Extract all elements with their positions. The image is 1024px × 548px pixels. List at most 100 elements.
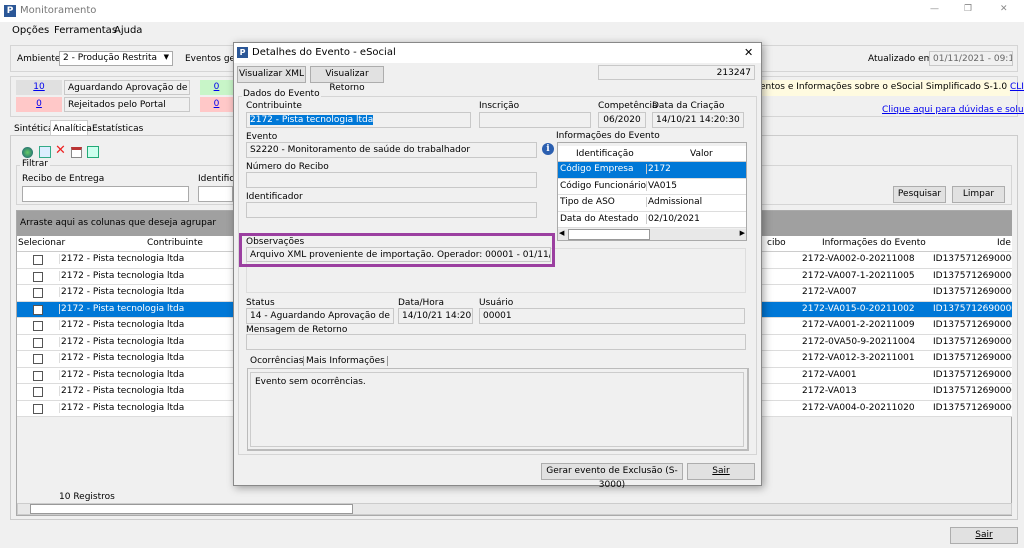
cell-id: ID137571269000000 (933, 287, 1012, 297)
header-selecionar[interactable]: Selecionar (18, 238, 65, 248)
mensagem-retorno-field[interactable] (246, 334, 746, 350)
clique-aqui-link[interactable]: CLIQUE AQUI (1010, 82, 1024, 92)
info-row[interactable]: Data do Atestado 02/10/2021 (558, 211, 746, 228)
visualizar-xml-button[interactable]: Visualizar XML (237, 66, 306, 83)
dialog-title-bar: P Detalhes do Evento - eSocial ✕ (234, 43, 761, 63)
datahora-field[interactable]: 14/10/21 14:20:30 (398, 308, 473, 324)
criacao-label: Data da Criação (652, 101, 725, 111)
info-icon[interactable]: i (542, 143, 554, 155)
limpar-button[interactable]: Limpar (952, 186, 1005, 203)
status-count-4[interactable]: 0 (200, 97, 233, 112)
info-key: Código Funcionário (560, 180, 647, 191)
status-field[interactable]: 14 - Aguardando Aprovação de Envio (246, 308, 394, 324)
header-informacoes[interactable]: Informações do Evento (822, 238, 926, 248)
info-header-identificacao[interactable]: Identificação (576, 149, 634, 159)
row-checkbox[interactable] (33, 387, 43, 397)
cell-contribuinte: 2172 - Pista tecnologia ltda (59, 336, 185, 347)
tab-ocorrencias[interactable]: Ocorrências (250, 356, 303, 366)
identificador-field[interactable] (246, 202, 537, 218)
header-id[interactable]: Ide (997, 238, 1011, 248)
row-checkbox[interactable] (33, 403, 43, 414)
app-logo-icon: P (4, 5, 16, 17)
competencia-field[interactable]: 06/2020 (598, 112, 646, 128)
recibo-numero-field[interactable] (246, 172, 537, 188)
recibo-label: Recibo de Entrega (22, 174, 105, 184)
row-checkbox[interactable] (33, 370, 43, 381)
minimize-button[interactable]: — (930, 4, 939, 14)
help-link[interactable]: Clique aqui para dúvidas e soluções (882, 105, 1024, 115)
row-checkbox[interactable] (33, 288, 43, 298)
close-button[interactable]: ✕ (1000, 4, 1008, 14)
header-contribuinte[interactable]: Contribuinte (147, 238, 203, 248)
info-key: Tipo de ASO (560, 197, 615, 207)
row-checkbox[interactable] (33, 304, 43, 315)
grid-hscrollbar[interactable] (17, 503, 1012, 515)
tab-analitica[interactable]: Analítica (50, 120, 92, 136)
cell-id: ID137571269000000 (933, 320, 1012, 330)
dialog-sair-label: Sair (712, 466, 730, 476)
menu-ferramentas[interactable]: Ferramentas (54, 25, 117, 36)
row-checkbox[interactable] (33, 255, 43, 265)
info-grid-hscrollbar[interactable]: ◀ ▶ (558, 229, 746, 240)
cell-contribuinte: 2172 - Pista tecnologia ltda (59, 287, 185, 297)
cell-informacoes: 2172-VA002-0-20211008 (802, 254, 915, 264)
records-count: 10 Registros (59, 492, 115, 502)
tab-sintetica[interactable]: Sintética (14, 124, 53, 134)
scroll-right-icon[interactable]: ▶ (740, 229, 745, 237)
row-checkbox[interactable] (33, 354, 43, 364)
cell-contribuinte: 2172 - Pista tecnologia ltda (59, 369, 185, 380)
maximize-button[interactable]: ❐ (964, 4, 972, 14)
dialog-close-button[interactable]: ✕ (744, 46, 753, 59)
tab-analitica-label: Analítica (53, 124, 92, 134)
transfer-icon[interactable] (39, 146, 51, 158)
pesquisar-button[interactable]: Pesquisar (893, 186, 946, 203)
row-checkbox[interactable] (33, 321, 43, 331)
inscricao-field[interactable] (479, 112, 591, 128)
recibo-input[interactable] (22, 186, 189, 202)
gerar-exclusao-button[interactable]: Gerar evento de Exclusão (S-3000) (541, 463, 683, 490)
delete-icon[interactable]: ✕ (55, 143, 66, 158)
info-grid-header: Identificação Valor (558, 146, 746, 162)
identificador-input[interactable] (198, 186, 233, 202)
dialog-sair-button[interactable]: Sair (687, 463, 755, 480)
ocorrencias-text: Evento sem ocorrências. (250, 372, 744, 447)
chevron-down-icon: ▼ (163, 53, 169, 61)
info-value: 2172 (646, 164, 671, 174)
status-count-rejeitados[interactable]: 0 (16, 97, 62, 112)
menu-opcoes[interactable]: Opções (12, 25, 49, 36)
excel-icon[interactable] (87, 146, 99, 158)
window-title: Monitoramento (20, 5, 97, 16)
tab-mais-informacoes[interactable]: Mais Informações (303, 356, 388, 366)
globe-icon[interactable] (22, 147, 33, 158)
menu-ajuda[interactable]: Ajuda (114, 25, 142, 36)
row-checkbox[interactable] (33, 337, 43, 348)
cell-id: ID137571269000000 (933, 353, 1012, 363)
cell-contribuinte: 2172 - Pista tecnologia ltda (59, 353, 185, 363)
criacao-field[interactable]: 14/10/21 14:20:30 (652, 112, 744, 128)
info-header-valor[interactable]: Valor (690, 149, 713, 159)
tab-estatisticas[interactable]: Estatísticas (92, 124, 143, 134)
cell-informacoes: 2172-VA004-0-20211020 (802, 402, 915, 413)
usuario-field[interactable]: 00001 (479, 308, 745, 324)
header-recibo[interactable]: cibo (767, 238, 786, 248)
ambiente-value: 2 - Produção Restrita (63, 53, 158, 63)
visualizar-retorno-button[interactable]: Visualizar Retorno (310, 66, 384, 93)
row-checkbox[interactable] (33, 271, 43, 282)
status-label-aguardando: Aguardando Aprovação de Envio (64, 80, 190, 95)
evento-field[interactable]: S2220 - Monitoramento de saúde do trabal… (246, 142, 537, 158)
status-count-aguardando[interactable]: 10 (16, 80, 62, 95)
info-row[interactable]: Código Funcionário VA015 (558, 178, 746, 195)
contribuinte-field[interactable]: 2172 - Pista tecnologia ltda (246, 112, 471, 128)
sair-label: Sair (975, 530, 993, 540)
sair-button[interactable]: Sair (950, 527, 1018, 544)
info-row[interactable]: Código Empresa 2172 (558, 162, 746, 179)
cell-informacoes: 2172-0VA50-9-20211004 (802, 336, 916, 347)
ambiente-select[interactable]: 2 - Produção Restrita ▼ (59, 51, 173, 66)
identificador-dialog-label: Identificador (246, 192, 303, 202)
scroll-left-icon[interactable]: ◀ (559, 229, 564, 237)
calendar-icon[interactable] (71, 147, 82, 158)
observacoes-field[interactable]: Arquivo XML proveniente de importação. O… (246, 247, 551, 262)
info-row[interactable]: Tipo de ASO Admissional (558, 195, 746, 212)
cell-contribuinte: 2172 - Pista tecnologia ltda (59, 270, 185, 281)
status-count-2[interactable]: 0 (200, 80, 233, 95)
